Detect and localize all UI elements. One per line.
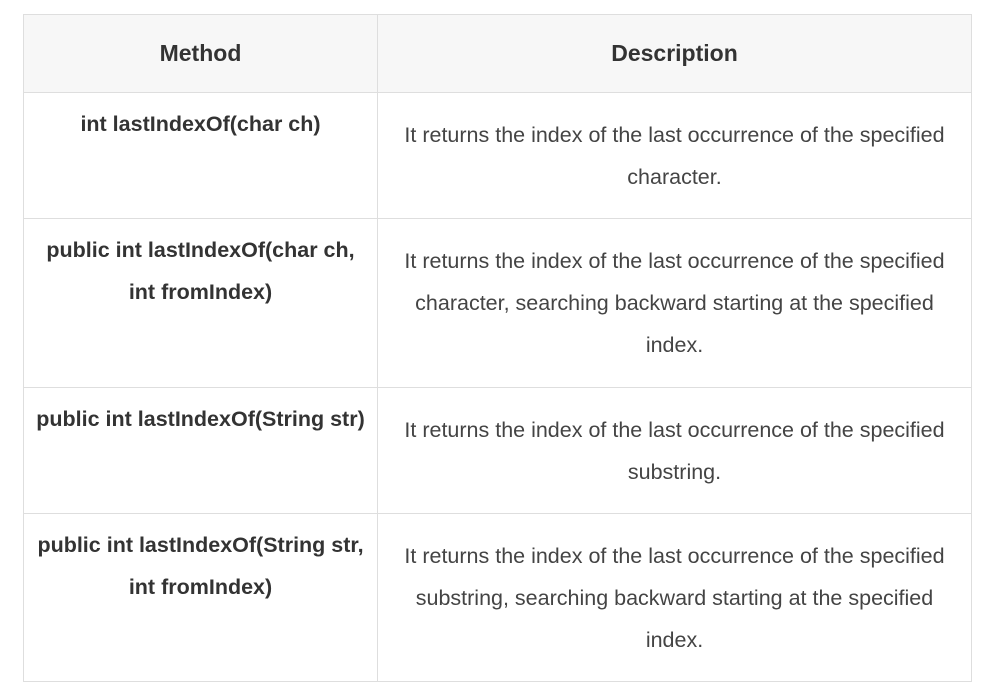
method-cell: public int lastIndexOf(char ch, int from… [23, 218, 378, 388]
table-row: int lastIndexOf(char ch) It returns the … [23, 92, 972, 219]
table-header: Method Description [23, 14, 972, 93]
header-description: Description [377, 14, 972, 93]
method-cell: public int lastIndexOf(String str) [23, 387, 378, 514]
header-method: Method [23, 14, 378, 93]
table-row: public int lastIndexOf(String str, int f… [23, 513, 972, 682]
method-table-container: Method Description int lastIndexOf(char … [23, 14, 972, 682]
method-table: Method Description int lastIndexOf(char … [23, 14, 972, 682]
description-cell: It returns the index of the last occurre… [377, 218, 972, 388]
table-row: public int lastIndexOf(char ch, int from… [23, 218, 972, 388]
table-body: int lastIndexOf(char ch) It returns the … [23, 92, 972, 682]
header-row: Method Description [23, 14, 972, 93]
table-row: public int lastIndexOf(String str) It re… [23, 387, 972, 514]
description-cell: It returns the index of the last occurre… [377, 513, 972, 682]
method-cell: int lastIndexOf(char ch) [23, 92, 378, 219]
description-cell: It returns the index of the last occurre… [377, 387, 972, 514]
description-cell: It returns the index of the last occurre… [377, 92, 972, 219]
method-cell: public int lastIndexOf(String str, int f… [23, 513, 378, 682]
